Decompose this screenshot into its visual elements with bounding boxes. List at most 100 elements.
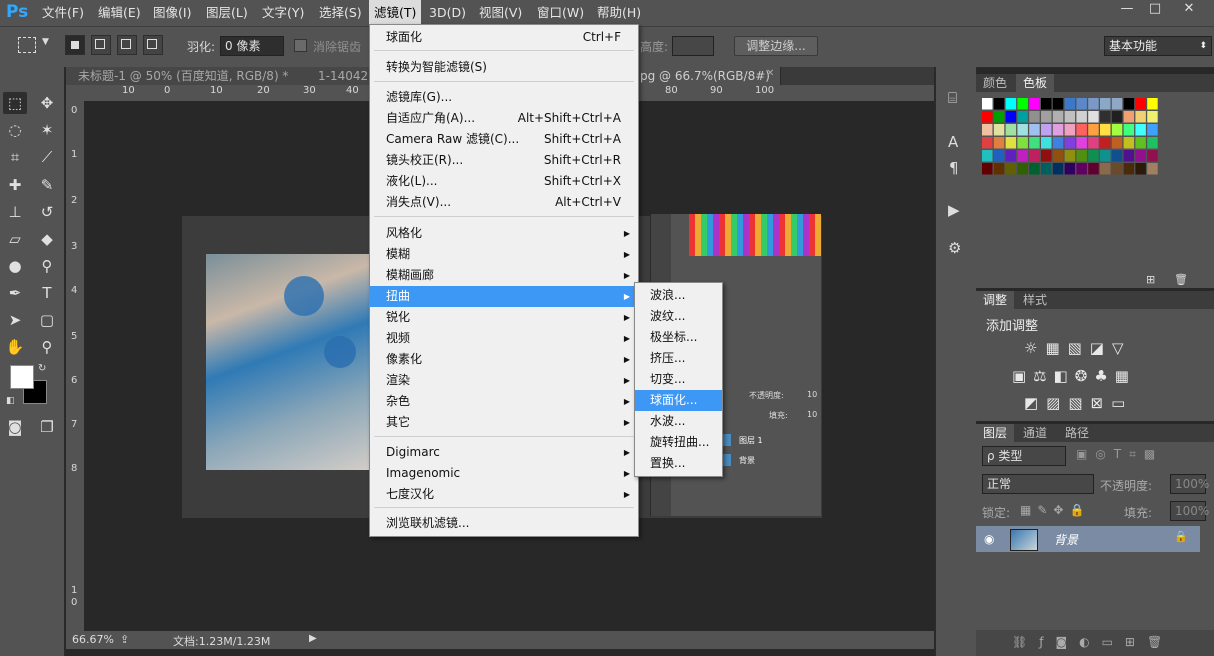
- menu-select[interactable]: 选择(S): [314, 0, 367, 26]
- magic-wand-icon[interactable]: ✶: [35, 119, 59, 141]
- menu-item-adaptive-wide[interactable]: 自适应广角(A)... Alt+Shift+Ctrl+A: [370, 108, 638, 129]
- swatch[interactable]: [1123, 163, 1135, 175]
- menu-edit[interactable]: 编辑(E): [93, 0, 146, 26]
- swatch[interactable]: [1064, 163, 1076, 175]
- menu-filter[interactable]: 滤镜(T): [369, 0, 422, 26]
- quick-mask-icon[interactable]: ◙: [3, 416, 27, 438]
- swatch[interactable]: [1005, 150, 1017, 162]
- menu-item-smart-filter[interactable]: 转换为智能滤镜(S): [370, 57, 638, 78]
- submenu-item-polar[interactable]: 极坐标...: [635, 327, 722, 348]
- menu-item-qidu[interactable]: 七度汉化 ▶: [370, 484, 638, 505]
- tool-presets-icon[interactable]: ⚙: [948, 239, 961, 257]
- tab-document-1[interactable]: 未标题-1 @ 50% (百度知道, RGB/8) *: [66, 67, 317, 85]
- submenu-item-spherize[interactable]: 球面化...: [635, 390, 722, 411]
- swatch[interactable]: [1076, 137, 1087, 149]
- menu-item-vanishing-point[interactable]: 消失点(V)... Alt+Ctrl+V: [370, 192, 638, 213]
- swatch[interactable]: [1135, 150, 1146, 162]
- menu-layer[interactable]: 图层(L): [201, 0, 253, 26]
- tab-document-3[interactable]: pg @ 66.7%(RGB/8#): [638, 67, 781, 85]
- swatch[interactable]: [1005, 163, 1017, 175]
- swatch[interactable]: [1111, 98, 1123, 110]
- menu-item-last-filter[interactable]: 球面化 Ctrl+F: [370, 27, 638, 48]
- swatch-grid[interactable]: [982, 98, 1192, 198]
- menu-item-render[interactable]: 渲染 ▶: [370, 370, 638, 391]
- swatch[interactable]: [1147, 111, 1158, 123]
- swatch[interactable]: [1052, 150, 1064, 162]
- tab-styles[interactable]: 样式: [1016, 291, 1054, 309]
- path-select-icon[interactable]: ➤: [3, 309, 27, 331]
- swatch[interactable]: [1017, 163, 1028, 175]
- adjustment-icons-row-1[interactable]: ☼▦▧◪▽: [1024, 339, 1132, 357]
- swatch[interactable]: [993, 124, 1005, 136]
- layer-name[interactable]: 背景: [1054, 531, 1078, 548]
- swatch[interactable]: [1076, 98, 1087, 110]
- export-icon[interactable]: ⇪: [120, 633, 129, 646]
- menu-item-browse-online[interactable]: 浏览联机滤镜...: [370, 513, 638, 534]
- swatch[interactable]: [1123, 137, 1135, 149]
- crop-icon[interactable]: ⌗: [3, 146, 27, 168]
- zoom-level[interactable]: 66.67%: [72, 633, 114, 646]
- swatch[interactable]: [1100, 98, 1111, 110]
- swatch[interactable]: [1041, 98, 1052, 110]
- fill-input[interactable]: 100%: [1170, 501, 1209, 521]
- swatch[interactable]: [993, 98, 1005, 110]
- status-menu-arrow-icon[interactable]: ▶: [309, 633, 317, 644]
- new-swatch-icon[interactable]: ⊞: [1146, 273, 1155, 286]
- swatch[interactable]: [1064, 111, 1076, 123]
- default-colors-icon[interactable]: ◧: [6, 396, 15, 406]
- swatch[interactable]: [1064, 150, 1076, 162]
- marquee-preset-icon[interactable]: [18, 37, 36, 53]
- swatch[interactable]: [982, 163, 993, 175]
- minimize-button[interactable]: —: [1114, 0, 1140, 20]
- submenu-item-pinch[interactable]: 挤压...: [635, 348, 722, 369]
- tab-channels[interactable]: 通道: [1016, 424, 1054, 442]
- tab-layers[interactable]: 图层: [976, 424, 1015, 442]
- swatch[interactable]: [1041, 150, 1052, 162]
- type-icon[interactable]: T: [35, 282, 59, 304]
- actions-panel-icon[interactable]: ▶: [948, 201, 960, 219]
- subtract-selection-button[interactable]: [117, 35, 137, 55]
- shape-icon[interactable]: ▢: [35, 309, 59, 331]
- character-panel-icon[interactable]: A: [948, 133, 958, 151]
- swatch[interactable]: [1147, 163, 1158, 175]
- swatch[interactable]: [1041, 124, 1052, 136]
- swatch[interactable]: [1111, 163, 1123, 175]
- swatch[interactable]: [1076, 111, 1087, 123]
- swatch[interactable]: [1135, 163, 1146, 175]
- paragraph-panel-icon[interactable]: ¶: [949, 159, 959, 177]
- swatch[interactable]: [982, 137, 993, 149]
- feather-input[interactable]: 0 像素: [220, 36, 284, 56]
- close-button[interactable]: ✕: [1176, 0, 1202, 20]
- swatch[interactable]: [993, 150, 1005, 162]
- marquee-icon[interactable]: ⬚: [3, 92, 27, 114]
- swatch[interactable]: [1017, 137, 1028, 149]
- hand-icon[interactable]: ✋: [3, 336, 27, 358]
- blend-mode-select[interactable]: 正常: [982, 474, 1094, 494]
- dodge-icon[interactable]: ⚲: [35, 255, 59, 277]
- maximize-button[interactable]: □: [1142, 0, 1168, 20]
- bucket-icon[interactable]: ◆: [35, 228, 59, 250]
- menu-image[interactable]: 图像(I): [148, 0, 196, 26]
- lock-icons[interactable]: ▦✎✥🔒: [1020, 503, 1090, 517]
- swatch[interactable]: [993, 111, 1005, 123]
- screen-mode-icon[interactable]: ❐: [35, 416, 59, 438]
- swatch[interactable]: [1029, 111, 1040, 123]
- swatch[interactable]: [1147, 98, 1158, 110]
- menu-item-camera-raw[interactable]: Camera Raw 滤镜(C)... Shift+Ctrl+A: [370, 129, 638, 150]
- swatch[interactable]: [1041, 137, 1052, 149]
- swatch[interactable]: [1147, 124, 1158, 136]
- layer-row[interactable]: ◉ 背景 🔒: [976, 526, 1200, 552]
- opacity-input[interactable]: 100%: [1170, 474, 1209, 494]
- adjustment-icons-row-3[interactable]: ◩▨▧⊠▭: [1024, 394, 1133, 412]
- swatch[interactable]: [1123, 150, 1135, 162]
- swatch[interactable]: [1005, 124, 1017, 136]
- swatch[interactable]: [1135, 137, 1146, 149]
- swatch[interactable]: [982, 150, 993, 162]
- menu-type[interactable]: 文字(Y): [257, 0, 309, 26]
- blur-icon[interactable]: ●: [3, 255, 27, 277]
- swatch[interactable]: [1005, 98, 1017, 110]
- adjustment-icons-row-2[interactable]: ▣⚖◧❂♣▦: [1012, 367, 1136, 385]
- submenu-item-zigzag[interactable]: 水波...: [635, 411, 722, 432]
- swatch[interactable]: [993, 137, 1005, 149]
- swatch[interactable]: [1123, 124, 1135, 136]
